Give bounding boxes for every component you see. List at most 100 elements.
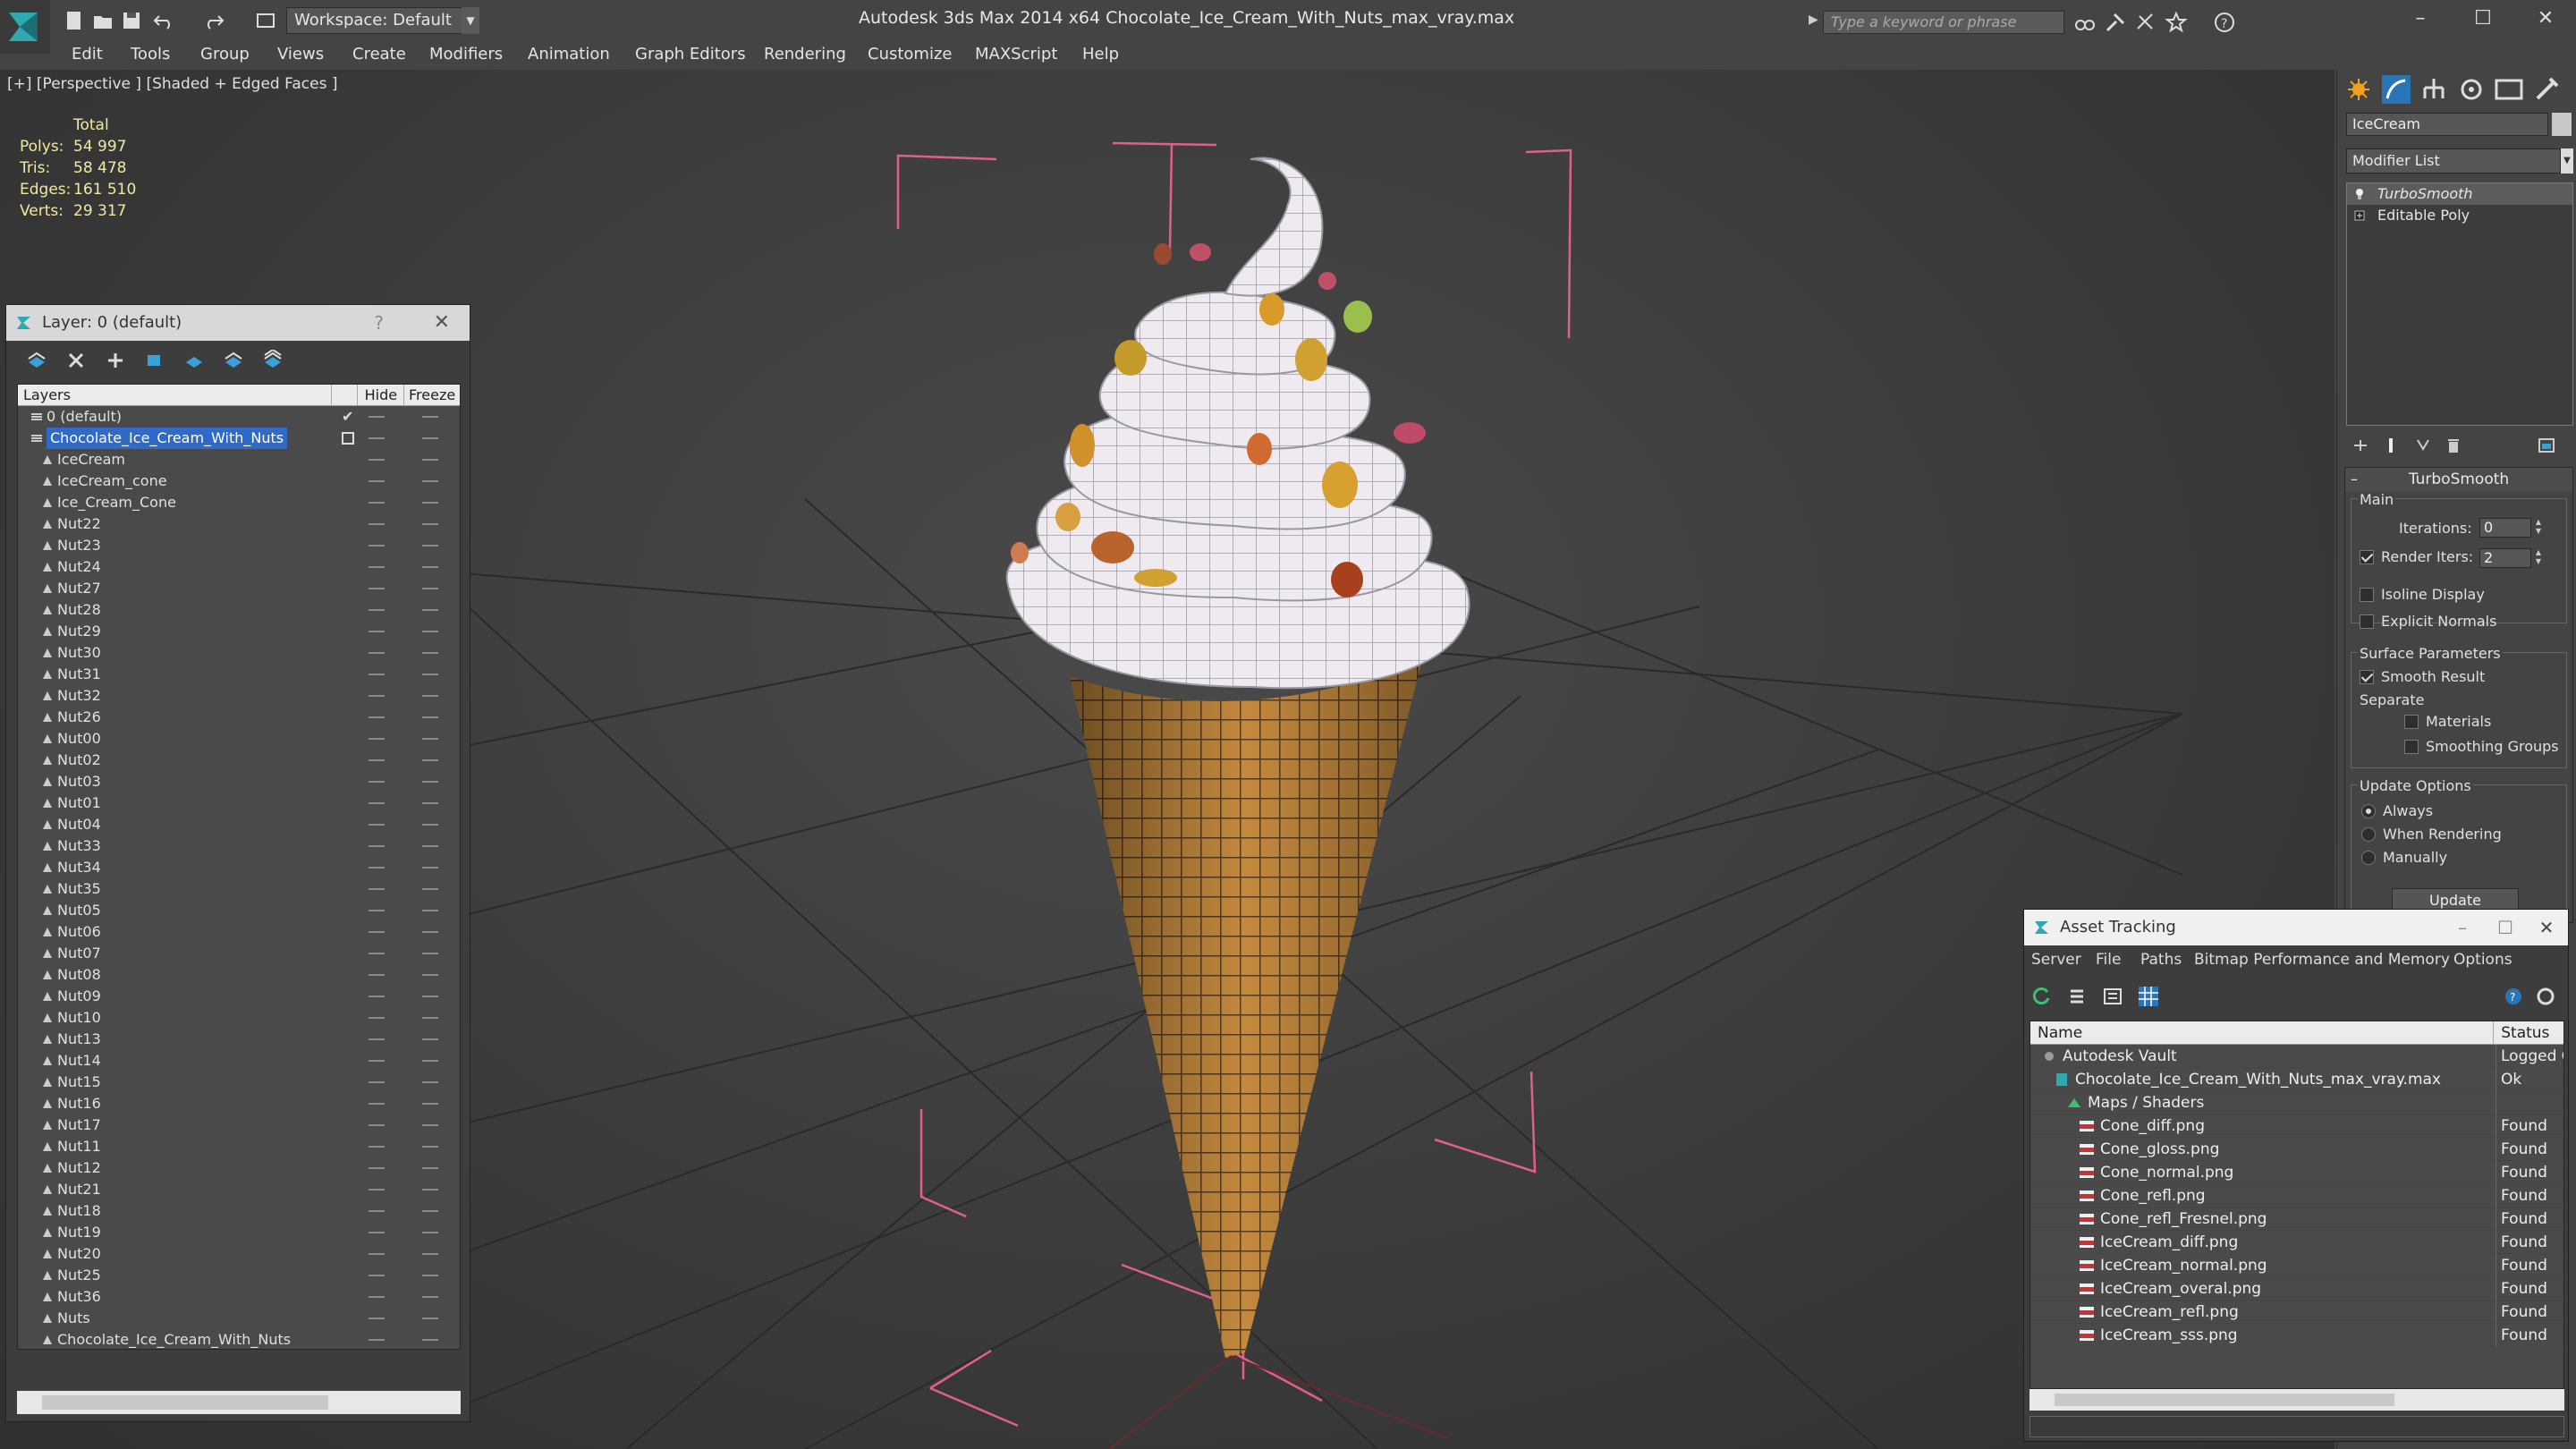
hide-toggle[interactable] xyxy=(369,459,385,461)
modifier-stack[interactable]: TurboSmooth Editable Poly xyxy=(2346,182,2573,426)
hide-toggle[interactable] xyxy=(369,1232,385,1233)
search-input[interactable]: Type a keyword or phrase xyxy=(1823,11,2064,34)
freeze-toggle[interactable] xyxy=(422,738,438,740)
object-color-swatch[interactable] xyxy=(2552,113,2572,136)
hide-toggle[interactable] xyxy=(369,996,385,997)
spinner-arrows-icon[interactable]: ▲ ▼ xyxy=(2533,518,2544,538)
object-name-input[interactable]: IceCream xyxy=(2346,113,2548,136)
layer-row[interactable]: Chocolate_Ice_Cream_With_Nuts xyxy=(18,1329,460,1349)
hide-toggle[interactable] xyxy=(369,867,385,869)
workspace-selector[interactable]: Workspace: Default xyxy=(286,7,479,34)
freeze-toggle[interactable] xyxy=(422,759,438,761)
freeze-toggle[interactable] xyxy=(422,824,438,826)
layer-dialog-titlebar[interactable]: Layer: 0 (default) ? ✕ xyxy=(6,305,470,341)
layer-row[interactable]: IceCream_cone xyxy=(18,470,460,492)
asset-table[interactable]: Name Status Autodesk Vault Logged O Chocol… xyxy=(2029,1021,2564,1389)
layer-row[interactable]: Nut11 xyxy=(18,1136,460,1157)
layer-row[interactable]: Nut31 xyxy=(18,664,460,685)
freeze-toggle[interactable] xyxy=(422,523,438,525)
hide-toggle[interactable] xyxy=(369,1275,385,1276)
make-unique-icon[interactable] xyxy=(2414,436,2432,454)
layer-row[interactable]: Nut26 xyxy=(18,707,460,728)
hide-toggle[interactable] xyxy=(369,674,385,675)
hide-toggle[interactable] xyxy=(369,1081,385,1083)
menu-help[interactable]: Help xyxy=(1082,45,1119,64)
table-view-icon[interactable] xyxy=(2137,985,2160,1008)
asset-row[interactable]: IceCream_normal.png Found xyxy=(2030,1254,2563,1277)
menu-file[interactable]: File xyxy=(2096,951,2121,969)
hide-toggle[interactable] xyxy=(369,738,385,740)
help-icon[interactable]: ? xyxy=(2213,11,2236,34)
layer-row[interactable]: Nut14 xyxy=(18,1050,460,1072)
freeze-toggle[interactable] xyxy=(422,1167,438,1169)
layer-row[interactable]: Nut02 xyxy=(18,750,460,771)
menu-edit[interactable]: Edit xyxy=(72,45,103,64)
modify-tab-icon[interactable] xyxy=(2378,73,2414,106)
layer-row[interactable]: Nut15 xyxy=(18,1072,460,1093)
freeze-toggle[interactable] xyxy=(422,1210,438,1212)
stack-item-editable-poly[interactable]: Editable Poly xyxy=(2347,205,2572,226)
layer-row[interactable]: Nut04 xyxy=(18,814,460,835)
layer-row[interactable]: Nut20 xyxy=(18,1243,460,1265)
freeze-toggle[interactable] xyxy=(422,1339,438,1341)
show-end-result-icon[interactable] xyxy=(2382,436,2400,454)
asset-row[interactable]: Chocolate_Ice_Cream_With_Nuts_max_vray.m… xyxy=(2030,1068,2563,1091)
spinner-arrows-icon[interactable]: ▲ ▼ xyxy=(2533,548,2544,568)
hide-toggle[interactable] xyxy=(369,566,385,568)
asset-row[interactable]: Cone_refl_Fresnel.png Found xyxy=(2030,1208,2563,1231)
play-icon[interactable]: ▶ xyxy=(1809,13,1821,32)
freeze-toggle[interactable] xyxy=(422,502,438,504)
menu-options[interactable]: Options xyxy=(2453,951,2512,969)
menu-paths[interactable]: Paths xyxy=(2140,951,2182,969)
menu-server[interactable]: Server xyxy=(2031,951,2081,969)
layer-list[interactable]: Layers Hide Freeze 0 (default) ✔ Chocolate… xyxy=(17,384,461,1350)
asset-tracking-titlebar[interactable]: Asset Tracking – ☐ ✕ xyxy=(2024,910,2568,945)
layer-row[interactable]: Nut03 xyxy=(18,771,460,792)
hide-toggle[interactable] xyxy=(369,416,385,418)
freeze-toggle[interactable] xyxy=(422,631,438,632)
hide-toggle[interactable] xyxy=(369,523,385,525)
hide-toggle[interactable] xyxy=(369,609,385,611)
layer-row[interactable]: Nut22 xyxy=(18,513,460,535)
layer-row[interactable]: Nut19 xyxy=(18,1222,460,1243)
menu-graph-editors[interactable]: Graph Editors xyxy=(635,45,746,64)
hide-toggle[interactable] xyxy=(369,652,385,654)
layer-row[interactable]: Nut00 xyxy=(18,728,460,750)
hide-toggle[interactable] xyxy=(369,1296,385,1298)
hide-toggle[interactable] xyxy=(369,953,385,954)
layer-row[interactable]: 0 (default) ✔ xyxy=(18,406,460,428)
hide-toggle[interactable] xyxy=(369,931,385,933)
current-layer-check-icon[interactable]: ✔ xyxy=(342,406,353,428)
render-iters-spinner[interactable]: 2 xyxy=(2479,548,2531,568)
configure-modifier-sets-icon[interactable] xyxy=(2538,436,2555,454)
highlight-layer-icon[interactable] xyxy=(183,350,205,371)
display-tab-icon[interactable] xyxy=(2491,73,2527,106)
freeze-toggle[interactable] xyxy=(422,1060,438,1062)
list-view-icon[interactable] xyxy=(2065,985,2089,1008)
new-file-icon[interactable] xyxy=(63,9,86,32)
layer-row[interactable]: Nut17 xyxy=(18,1114,460,1136)
tree-view-icon[interactable] xyxy=(2101,985,2124,1008)
freeze-toggle[interactable] xyxy=(422,674,438,675)
column-freeze[interactable]: Freeze xyxy=(404,385,460,405)
hide-toggle[interactable] xyxy=(369,1253,385,1255)
column-status[interactable]: Status xyxy=(2494,1021,2563,1044)
hide-toggle[interactable] xyxy=(369,480,385,482)
isoline-display-checkbox[interactable] xyxy=(2360,588,2374,602)
freeze-toggle[interactable] xyxy=(422,781,438,783)
maximize-button[interactable]: ☐ xyxy=(2487,910,2523,945)
binoculars-icon[interactable] xyxy=(2073,11,2097,34)
refresh-icon[interactable] xyxy=(2029,985,2053,1008)
hide-toggle[interactable] xyxy=(369,631,385,632)
hide-toggle[interactable] xyxy=(369,1017,385,1019)
help-icon[interactable]: ? xyxy=(2502,985,2525,1008)
menu-customize[interactable]: Customize xyxy=(868,45,952,64)
freeze-toggle[interactable] xyxy=(422,1275,438,1276)
iterations-spinner[interactable]: 0 xyxy=(2479,518,2531,538)
create-tab-icon[interactable] xyxy=(2341,73,2377,106)
create-layer-icon[interactable] xyxy=(26,350,47,371)
layer-row[interactable]: Nut05 xyxy=(18,900,460,921)
lightbulb-icon[interactable] xyxy=(2354,188,2365,200)
freeze-toggle[interactable] xyxy=(422,1318,438,1319)
hide-toggle[interactable] xyxy=(369,1210,385,1212)
